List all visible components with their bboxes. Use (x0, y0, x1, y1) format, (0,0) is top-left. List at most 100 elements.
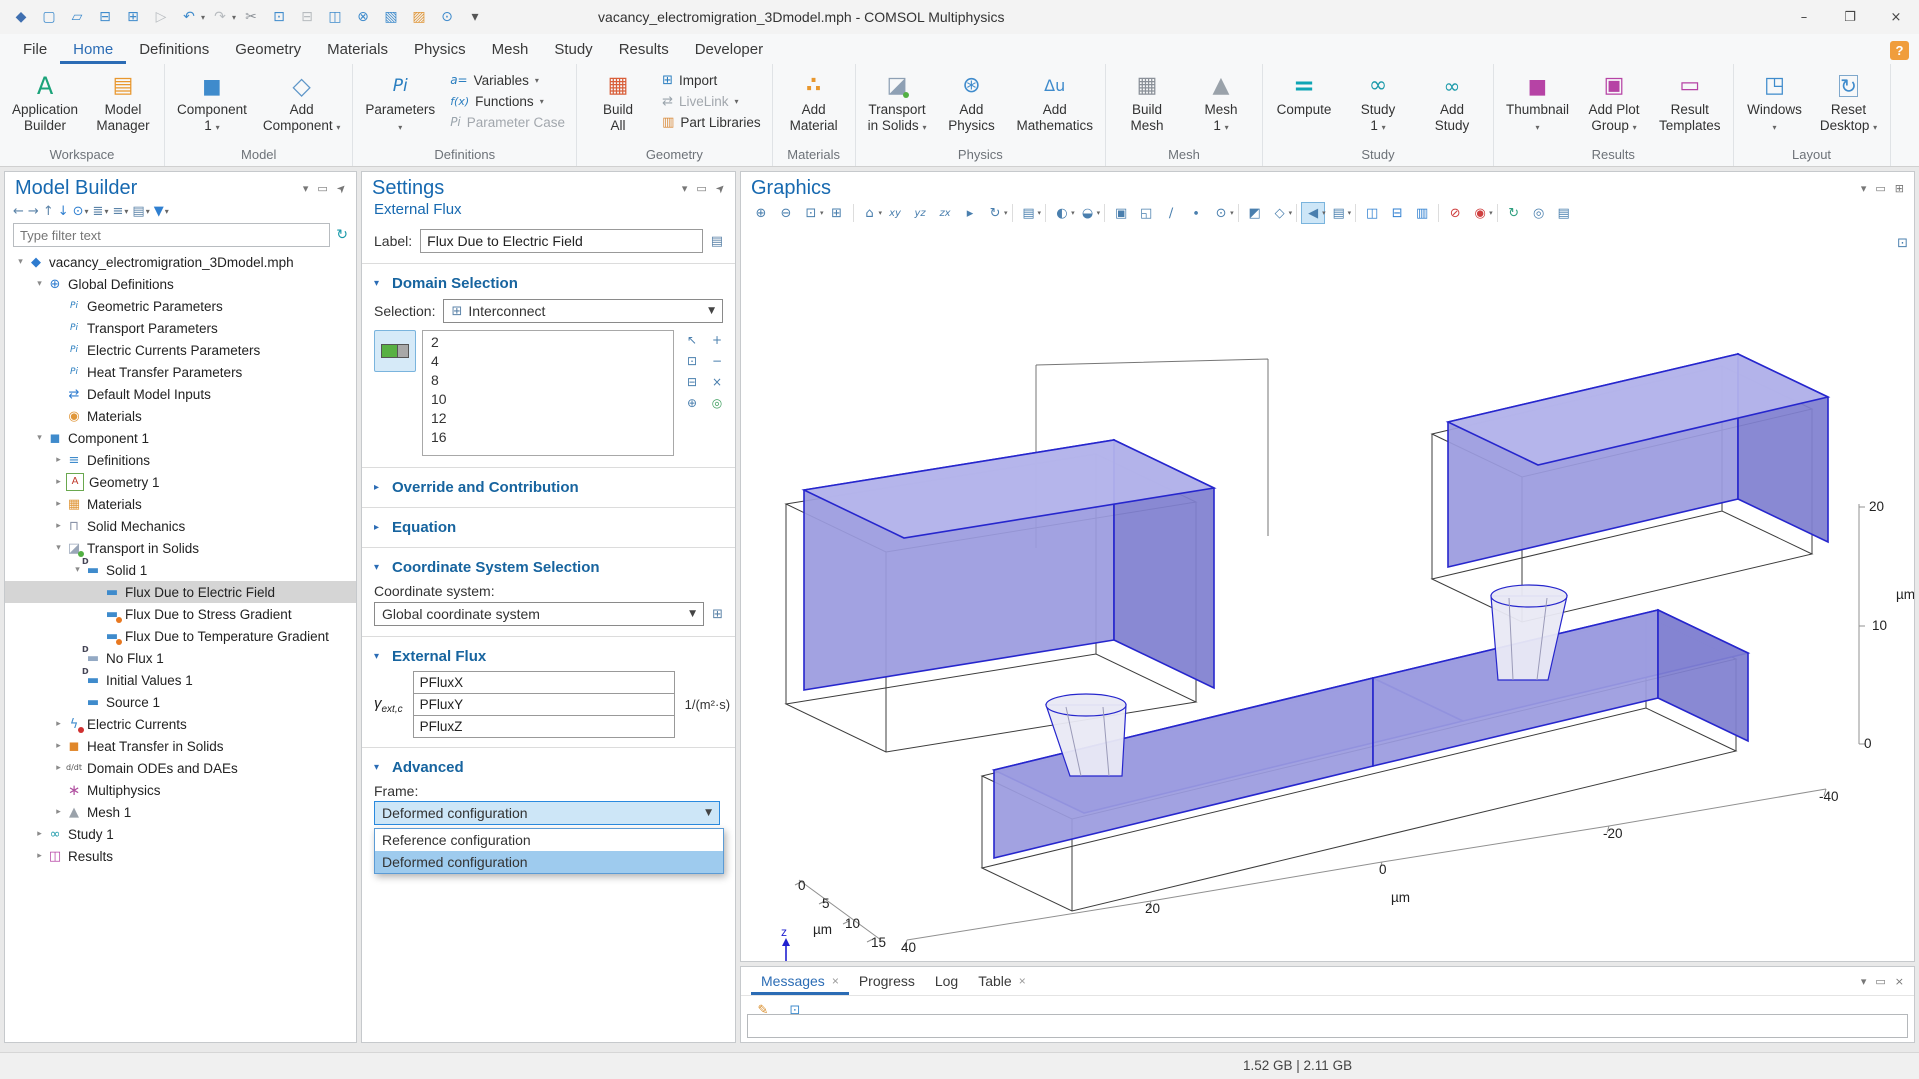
messages-content[interactable] (747, 1014, 1908, 1038)
tree-item-geometry-1[interactable]: ▸AGeometry 1 (5, 471, 356, 493)
chevron-down-icon[interactable]: ▾ (1289, 209, 1293, 217)
tree-item-study-1[interactable]: ▸∞Study 1 (5, 823, 356, 845)
select-points-icon[interactable]: ∙ (1184, 202, 1208, 224)
expander-open-icon[interactable]: ▾ (70, 565, 85, 575)
save-as-icon[interactable]: ⊞ (120, 5, 146, 29)
expander-open-icon[interactable]: ▾ (32, 279, 47, 289)
zoom-out-icon[interactable]: ⊖ (774, 202, 798, 224)
tree-item-source-1[interactable]: ▬Source 1 (5, 691, 356, 713)
close-icon[interactable]: × (1873, 1, 1919, 34)
open-file-icon[interactable]: ▱ (64, 5, 90, 29)
copy-selection-icon[interactable]: ⊡ (680, 351, 704, 371)
maximize-icon[interactable]: ❐ (1827, 1, 1873, 34)
tree-item-multiphysics[interactable]: ∗Multiphysics (5, 779, 356, 801)
result-templates-button[interactable]: ▭ResultTemplates (1652, 66, 1728, 146)
show-selection-icon[interactable]: ◎ (705, 393, 729, 413)
split-horizontal-icon[interactable]: ◫ (1360, 202, 1384, 224)
float-panel-icon[interactable]: ▭ (696, 182, 706, 195)
tree-item-flux-due-to-stress-gradient[interactable]: ▬Flux Due to Stress Gradient (5, 603, 356, 625)
chevron-down-icon[interactable]: ▾ (1097, 209, 1101, 217)
expand-all-icon[interactable]: ≣ (93, 204, 104, 219)
close-tab-icon[interactable]: × (832, 974, 839, 988)
chevron-down-icon[interactable]: ▾ (1038, 209, 1042, 217)
build-all-button[interactable]: ▦BuildAll (582, 66, 654, 146)
transparency-icon[interactable]: ◩ (1243, 202, 1267, 224)
chevron-down-icon[interactable]: ▾ (1230, 209, 1234, 217)
pin-icon[interactable]: ➤ (334, 181, 350, 197)
float-panel-icon[interactable]: ▭ (1875, 182, 1885, 195)
tree-item-transport-parameters[interactable]: PiTransport Parameters (5, 317, 356, 339)
tab-log[interactable]: Log (925, 969, 968, 995)
expander-closed-icon[interactable]: ▸ (51, 807, 66, 817)
tab-messages[interactable]: Messages× (751, 969, 849, 995)
flux-component-input[interactable] (413, 694, 675, 716)
tree-item-vacancy-electromigration-3dmodel-mph[interactable]: ▾◆vacancy_electromigration_3Dmodel.mph (5, 251, 356, 273)
mesh-1-button[interactable]: ▲Mesh1 ▾ (1185, 66, 1257, 146)
chevron-down-icon[interactable]: ▾ (165, 207, 169, 216)
compute-button[interactable]: =Compute (1268, 66, 1340, 146)
tree-item-heat-transfer-in-solids[interactable]: ▸◼Heat Transfer in Solids (5, 735, 356, 757)
application-builder-button[interactable]: AApplicationBuilder (5, 66, 85, 146)
frame-combo[interactable]: Deformed configuration ▼ (374, 801, 720, 825)
duplicate-icon[interactable]: ◫ (322, 5, 348, 29)
menu-tab-results[interactable]: Results (606, 37, 682, 64)
tab-table[interactable]: Table× (968, 969, 1035, 995)
livelink-button[interactable]: ⇄LiveLink▾ (662, 92, 761, 110)
import-button[interactable]: ⊞Import (662, 71, 761, 89)
tree-item-default-model-inputs[interactable]: ⇄Default Model Inputs (5, 383, 356, 405)
active-selection-toggle[interactable] (374, 330, 416, 372)
tree-item-flux-due-to-temperature-gradient[interactable]: ▬Flux Due to Temperature Gradient (5, 625, 356, 647)
component-1-button[interactable]: ◼Component1 ▾ (170, 66, 254, 146)
study-1-button[interactable]: ∞Study1 ▾ (1342, 66, 1414, 146)
update-plot-icon[interactable]: ↻ (1502, 202, 1526, 224)
zoom-box-icon[interactable]: ⊞ (825, 202, 849, 224)
frame-option[interactable]: Deformed configuration (375, 851, 723, 873)
section-advanced[interactable]: ▾ Advanced (362, 755, 735, 780)
tree-item-materials[interactable]: ◉Materials (5, 405, 356, 427)
chevron-down-icon[interactable]: ▾ (85, 207, 89, 216)
menu-tab-materials[interactable]: Materials (314, 37, 401, 64)
view-zx-icon[interactable]: zx (933, 202, 957, 224)
tree-item-solid-1[interactable]: ▾▬DSolid 1 (5, 559, 356, 581)
chevron-down-icon[interactable]: ▾ (104, 207, 108, 216)
section-domain-selection[interactable]: ▾ Domain Selection (362, 271, 735, 296)
add-plot-group-button[interactable]: ▣Add PlotGroup ▾ (1578, 66, 1650, 146)
chevron-down-icon[interactable]: ▾ (1004, 209, 1008, 217)
coordinate-system-combo[interactable]: Global coordinate system ▼ (374, 602, 704, 626)
view-yz-icon[interactable]: yz (908, 202, 932, 224)
help-icon[interactable]: ? (1890, 41, 1909, 60)
zoom-in-icon[interactable]: ⊕ (749, 202, 773, 224)
collapse-all-icon[interactable]: ≡ (112, 204, 123, 219)
expander-open-icon[interactable]: ▾ (13, 257, 28, 267)
section-external-flux[interactable]: ▾ External Flux (362, 644, 735, 669)
menu-tab-study[interactable]: Study (541, 37, 605, 64)
chevron-down-icon[interactable]: ▾ (201, 13, 205, 22)
chevron-down-icon[interactable]: ▾ (146, 207, 150, 216)
tree-item-electric-currents[interactable]: ▸ϟElectric Currents (5, 713, 356, 735)
panel-menu-icon[interactable]: ▾ (682, 182, 688, 195)
expander-closed-icon[interactable]: ▸ (51, 521, 66, 531)
reset-desktop-button[interactable]: ↻ResetDesktop ▾ (1813, 66, 1885, 146)
chevron-down-icon[interactable]: ▾ (1348, 209, 1352, 217)
filter-icon[interactable]: ▼ (154, 204, 164, 219)
remove-from-selection-icon[interactable]: − (705, 351, 729, 371)
menu-tab-file[interactable]: File (10, 37, 60, 64)
expander-open-icon[interactable]: ▾ (51, 543, 66, 553)
go-forward-icon[interactable]: → (28, 204, 39, 219)
zoom-to-selection-icon[interactable]: ⊕ (680, 393, 704, 413)
expander-closed-icon[interactable]: ▸ (51, 499, 66, 509)
tree-item-mesh-1[interactable]: ▸▲Mesh 1 (5, 801, 356, 823)
menu-tab-developer[interactable]: Developer (682, 37, 776, 64)
tree-item-geometric-parameters[interactable]: PiGeometric Parameters (5, 295, 356, 317)
panel-menu-icon[interactable]: ▾ (1861, 182, 1867, 195)
domain-selection-list[interactable]: 248101216 (422, 330, 674, 456)
maximize-panel-icon[interactable]: ⊞ (1895, 182, 1904, 195)
view-xy-icon[interactable]: xy (883, 202, 907, 224)
expander-closed-icon[interactable]: ▸ (51, 719, 66, 729)
tree-item-global-definitions[interactable]: ▾⊕Global Definitions (5, 273, 356, 295)
expander-closed-icon[interactable]: ▸ (32, 829, 47, 839)
copy-icon[interactable]: ⊡ (266, 5, 292, 29)
label-input[interactable] (420, 229, 703, 253)
minimize-icon[interactable]: – (1781, 1, 1827, 34)
node-text-icon[interactable]: ▤ (132, 204, 144, 219)
